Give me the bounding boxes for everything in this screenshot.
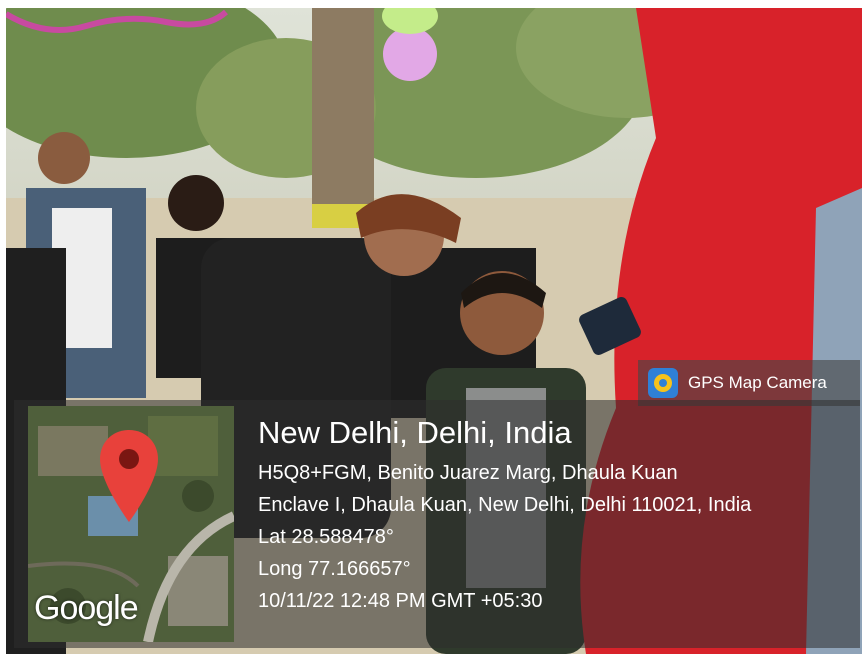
timestamp: 10/11/22 12:48 PM GMT +05:30 (258, 590, 543, 612)
camera-app-icon (648, 368, 678, 398)
location-pin-icon (100, 430, 158, 522)
satellite-map-thumbnail: Google (28, 406, 234, 642)
place-title: New Delhi, Delhi, India (258, 415, 572, 450)
address-line-2: Enclave I, Dhaula Kuan, New Delhi, Delhi… (258, 494, 752, 516)
address-line-1: H5Q8+FGM, Benito Juarez Marg, Dhaula Kua… (258, 462, 678, 484)
location-overlay: Google New Delhi, Delhi, India H5Q8+FGM,… (14, 400, 860, 648)
longitude: Long 77.166657° (258, 558, 411, 580)
app-name: GPS Map Camera (688, 373, 827, 392)
latitude: Lat 28.588478° (258, 526, 394, 548)
location-details: New Delhi, Delhi, India H5Q8+FGM, Benito… (258, 412, 751, 616)
photo-frame: GPS Map Camera Google New Delhi, Delhi, … (6, 8, 862, 654)
google-logo: Google (34, 589, 139, 627)
